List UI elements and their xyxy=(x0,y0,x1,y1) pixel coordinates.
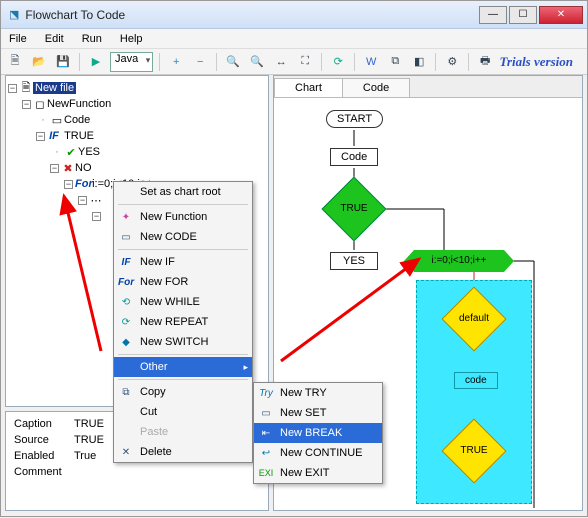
ctx-cut[interactable]: Cut xyxy=(114,402,252,422)
ctx-delete[interactable]: ✕Delete xyxy=(114,442,252,462)
ctx-new-try[interactable]: TryNew TRY xyxy=(254,383,382,403)
save-icon[interactable]: 💾 xyxy=(53,52,73,72)
tree-if[interactable]: TRUE xyxy=(64,130,94,142)
shape-code[interactable]: Code xyxy=(330,148,378,166)
title-bar: ⬔ Flowchart To Code — ☐ ✕ xyxy=(1,1,587,29)
ctx-new-for[interactable]: ForNew FOR xyxy=(114,272,252,292)
ctx-copy[interactable]: ⧉Copy xyxy=(114,382,252,402)
ctx-new-switch[interactable]: ◆New SWITCH xyxy=(114,332,252,352)
zoom-in-icon[interactable]: 🔍 xyxy=(247,52,267,72)
menu-edit[interactable]: Edit xyxy=(41,31,68,47)
shape-for[interactable]: i:=0;i<10;i++ xyxy=(414,250,504,272)
app-icon: ⬔ xyxy=(9,8,19,21)
tree-root[interactable]: New file xyxy=(33,82,76,94)
language-label: Java xyxy=(115,53,138,65)
menu-help[interactable]: Help xyxy=(116,31,147,47)
prop-caption-value: TRUE xyxy=(74,418,104,430)
prop-caption-label: Caption xyxy=(14,418,74,430)
toolbar: 🗎 📂 💾 ▶ Java + − 🔍 🔍 ↔ ⛶ ⟳ W ⧉ ◧ ⚙ 🖶 Tri… xyxy=(1,49,587,75)
shape-inner-code[interactable]: code xyxy=(454,372,498,389)
ctx-other[interactable]: Other xyxy=(114,357,252,377)
prop-enabled-value: True xyxy=(74,450,96,462)
export-svg-icon[interactable]: ◧ xyxy=(409,52,429,72)
settings-icon[interactable]: ⚙ xyxy=(442,52,462,72)
ctx-new-code[interactable]: ▭New CODE xyxy=(114,227,252,247)
close-button[interactable]: ✕ xyxy=(539,6,583,24)
tab-code[interactable]: Code xyxy=(342,78,410,97)
refresh-icon[interactable]: ⟳ xyxy=(328,52,348,72)
prop-comment-label: Comment xyxy=(14,466,74,478)
ctx-new-continue[interactable]: ↩New CONTINUE xyxy=(254,443,382,463)
ctx-new-repeat[interactable]: ⟳New REPEAT xyxy=(114,312,252,332)
new-file-icon[interactable]: 🗎 xyxy=(5,52,25,72)
language-select[interactable]: Java xyxy=(110,52,153,72)
ctx-new-function[interactable]: ✦New Function xyxy=(114,207,252,227)
minimize-button[interactable]: — xyxy=(479,6,507,24)
shape-yes[interactable]: YES xyxy=(330,252,378,270)
shape-start[interactable]: START xyxy=(326,110,383,128)
menu-bar: File Edit Run Help xyxy=(1,29,587,49)
tree-function[interactable]: NewFunction xyxy=(47,98,111,110)
export-image-icon[interactable]: ⧉ xyxy=(385,52,405,72)
zoom-width-icon[interactable]: ↔ xyxy=(271,52,291,72)
print-icon[interactable]: 🖶 xyxy=(475,52,495,72)
tree-code[interactable]: Code xyxy=(64,114,90,126)
menu-run[interactable]: Run xyxy=(78,31,106,47)
prop-enabled-label: Enabled xyxy=(14,450,74,462)
context-submenu: TryNew TRY ▭New SET ⇤New BREAK ↩New CONT… xyxy=(253,382,383,484)
maximize-button[interactable]: ☐ xyxy=(509,6,537,24)
tab-chart[interactable]: Chart xyxy=(274,78,343,97)
tree-yes[interactable]: YES xyxy=(78,146,100,158)
remove-icon[interactable]: − xyxy=(190,52,210,72)
add-icon[interactable]: + xyxy=(166,52,186,72)
prop-source-label: Source xyxy=(14,434,74,446)
zoom-fit-icon[interactable]: ⛶ xyxy=(295,52,315,72)
menu-file[interactable]: File xyxy=(5,31,31,47)
ctx-set-root[interactable]: Set as chart root xyxy=(114,182,252,202)
run-icon[interactable]: ▶ xyxy=(86,52,106,72)
ctx-paste: Paste xyxy=(114,422,252,442)
export-word-icon[interactable]: W xyxy=(361,52,381,72)
trials-label: Trials version xyxy=(499,54,583,70)
tree-no[interactable]: NO xyxy=(75,162,92,174)
ctx-new-while[interactable]: ⟲New WHILE xyxy=(114,292,252,312)
prop-source-value: TRUE xyxy=(74,434,104,446)
shape-true[interactable]: TRUE xyxy=(321,176,386,241)
context-menu: Set as chart root ✦New Function ▭New COD… xyxy=(113,181,253,463)
ctx-new-break[interactable]: ⇤New BREAK xyxy=(254,423,382,443)
ctx-new-if[interactable]: IFNew IF xyxy=(114,252,252,272)
open-icon[interactable]: 📂 xyxy=(29,52,49,72)
ctx-new-set[interactable]: ▭New SET xyxy=(254,403,382,423)
window-title: Flowchart To Code xyxy=(25,8,477,22)
ctx-new-exit[interactable]: EXINew EXIT xyxy=(254,463,382,483)
zoom-out-icon[interactable]: 🔍 xyxy=(223,52,243,72)
